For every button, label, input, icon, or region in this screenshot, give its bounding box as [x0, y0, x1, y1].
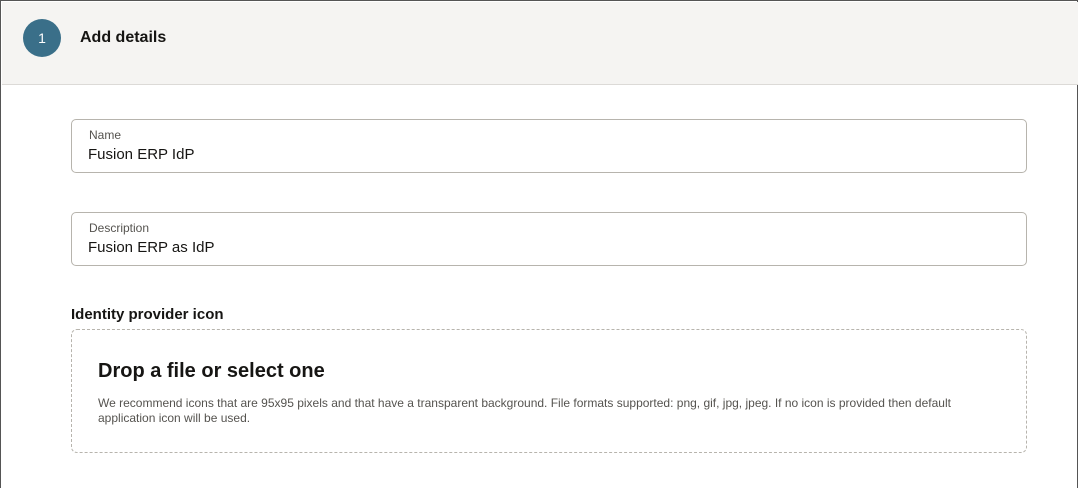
dropzone-title[interactable]: Drop a file or select one	[98, 360, 325, 383]
icon-section-label: Identity provider icon	[71, 306, 224, 323]
description-field[interactable]: Description Fusion ERP as IdP	[71, 212, 1027, 266]
name-field-label: Name	[89, 128, 122, 142]
dropzone-help-text: We recommend icons that are 95x95 pixels…	[98, 396, 951, 425]
description-field-label: Description	[89, 221, 150, 235]
name-field[interactable]: Name Fusion ERP IdP	[71, 119, 1027, 173]
step-header: 1 Add details	[2, 2, 1078, 85]
step-number-badge: 1	[23, 19, 61, 57]
description-field-value[interactable]: Fusion ERP as IdP	[88, 239, 214, 256]
icon-dropzone[interactable]: Drop a file or select one We recommend i…	[71, 329, 1027, 453]
step-title: Add details	[80, 29, 167, 46]
wizard-panel: 1 Add details Name Fusion ERP IdP Descri…	[0, 0, 1078, 488]
name-field-value[interactable]: Fusion ERP IdP	[88, 146, 194, 163]
